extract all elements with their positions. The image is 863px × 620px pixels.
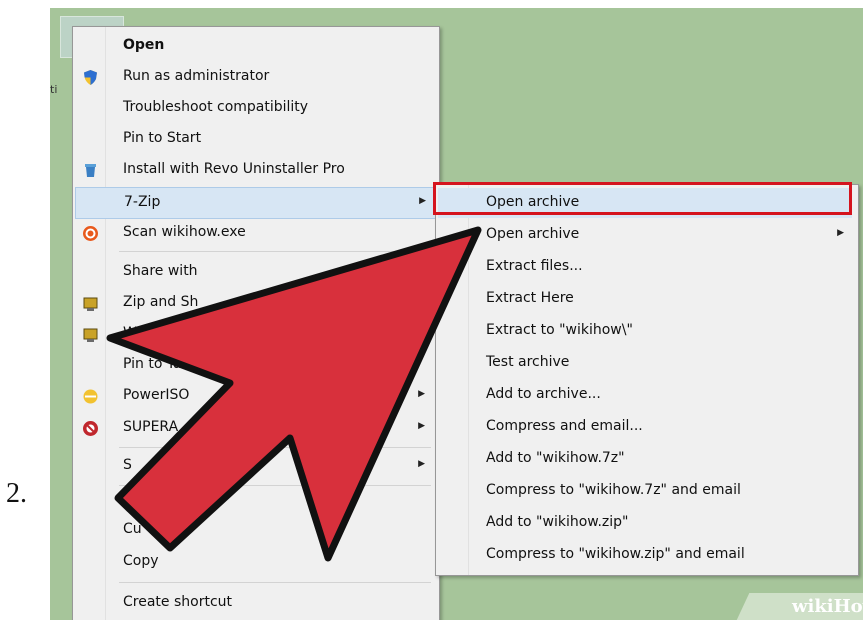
wikihow-logo: wikiHow (792, 596, 863, 617)
logo-part: wiki (792, 596, 834, 617)
step-number: 2. (6, 478, 27, 509)
logo-part: How (833, 596, 863, 617)
pointer-arrow-icon (106, 226, 482, 562)
screenshot: ti Open Run as administrator Troubleshoo… (50, 8, 863, 620)
